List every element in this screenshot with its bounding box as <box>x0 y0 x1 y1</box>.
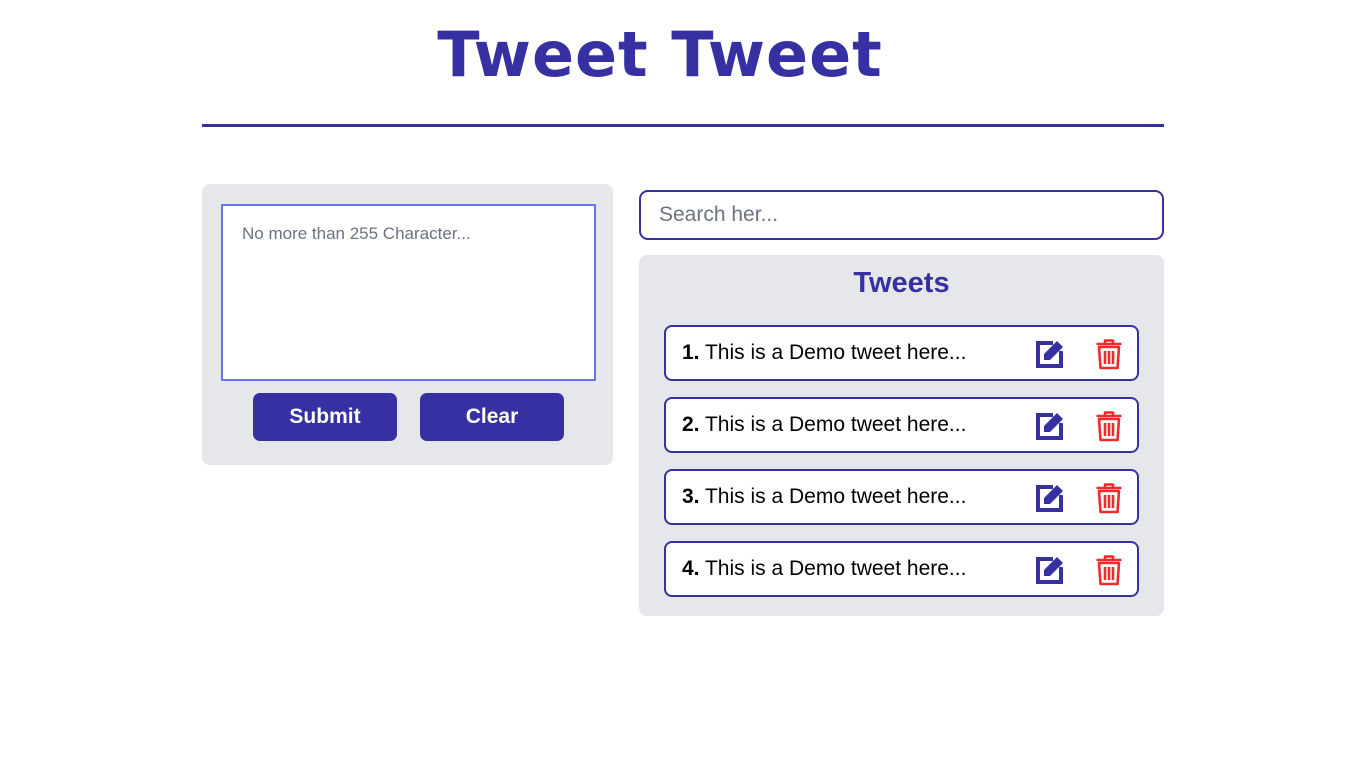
clear-button[interactable]: Clear <box>420 393 564 441</box>
tweet-number: 1. <box>682 341 700 364</box>
tweet-item: 4. This is a Demo tweet here... <box>664 541 1139 597</box>
app-title: Tweet Tweet <box>437 18 883 91</box>
tweet-number: 4. <box>682 557 700 580</box>
edit-icon[interactable] <box>1035 411 1065 441</box>
tweet-text: 2. This is a Demo tweet here... <box>682 399 966 451</box>
tweet-textarea[interactable] <box>221 204 596 381</box>
tweet-item: 3. This is a Demo tweet here... <box>664 469 1139 525</box>
compose-panel: Submit Clear <box>202 184 613 465</box>
search-input[interactable] <box>639 190 1164 240</box>
trash-icon[interactable] <box>1095 482 1123 514</box>
trash-icon[interactable] <box>1095 338 1123 370</box>
tweet-item: 1. This is a Demo tweet here... <box>664 325 1139 381</box>
tweet-number: 3. <box>682 485 700 508</box>
title-divider <box>202 124 1164 127</box>
tweet-number: 2. <box>682 413 700 436</box>
tweet-content: This is a Demo tweet here... <box>704 485 967 508</box>
tweets-heading: Tweets <box>853 267 950 299</box>
tweet-item: 2. This is a Demo tweet here... <box>664 397 1139 453</box>
submit-button[interactable]: Submit <box>253 393 397 441</box>
tweet-list: 1. This is a Demo tweet here... 2. This … <box>664 325 1139 613</box>
trash-icon[interactable] <box>1095 554 1123 586</box>
tweet-text: 1. This is a Demo tweet here... <box>682 327 966 379</box>
tweet-content: This is a Demo tweet here... <box>704 413 967 436</box>
edit-icon[interactable] <box>1035 555 1065 585</box>
edit-icon[interactable] <box>1035 339 1065 369</box>
tweet-content: This is a Demo tweet here... <box>704 557 967 580</box>
trash-icon[interactable] <box>1095 410 1123 442</box>
tweet-text: 3. This is a Demo tweet here... <box>682 471 966 523</box>
edit-icon[interactable] <box>1035 483 1065 513</box>
tweet-text: 4. This is a Demo tweet here... <box>682 543 966 595</box>
tweets-panel: Tweets 1. This is a Demo tweet here... 2… <box>639 255 1164 616</box>
tweet-content: This is a Demo tweet here... <box>704 341 967 364</box>
